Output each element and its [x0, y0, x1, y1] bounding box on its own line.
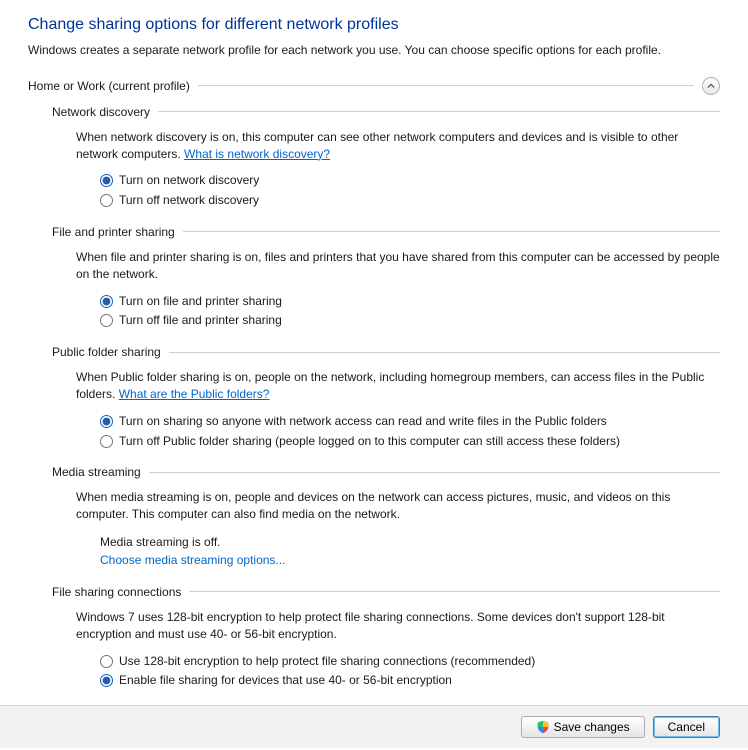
- section-media-streaming: Media streaming When media streaming is …: [52, 465, 720, 569]
- discovery-on-label[interactable]: Turn on network discovery: [119, 172, 259, 189]
- publicfolder-on-label[interactable]: Turn on sharing so anyone with network a…: [119, 413, 607, 430]
- section-public-folder-sharing: Public folder sharing When Public folder…: [52, 345, 720, 449]
- profile-label: Home or Work (current profile): [28, 79, 190, 93]
- chevron-up-icon: [707, 82, 715, 90]
- collapse-button[interactable]: [702, 77, 720, 95]
- save-changes-button[interactable]: Save changes: [521, 716, 645, 738]
- desc-text: When network discovery is on, this compu…: [76, 130, 678, 161]
- shield-icon: [536, 720, 550, 734]
- cancel-button[interactable]: Cancel: [653, 716, 720, 738]
- discovery-on-radio[interactable]: [100, 174, 113, 187]
- page-title: Change sharing options for different net…: [28, 16, 720, 34]
- divider: [149, 472, 720, 473]
- section-description: When Public folder sharing is on, people…: [76, 369, 720, 403]
- media-status: Media streaming is off.: [100, 533, 720, 551]
- encryption-128-label[interactable]: Use 128-bit encryption to help protect f…: [119, 653, 535, 670]
- page-description: Windows creates a separate network profi…: [28, 42, 720, 59]
- discovery-off-label[interactable]: Turn off network discovery: [119, 192, 259, 209]
- section-description: When network discovery is on, this compu…: [76, 129, 720, 163]
- divider: [189, 591, 720, 592]
- section-network-discovery: Network discovery When network discovery…: [52, 105, 720, 209]
- section-title: File and printer sharing: [52, 225, 175, 239]
- fileprint-off-radio[interactable]: [100, 314, 113, 327]
- section-file-sharing-connections: File sharing connections Windows 7 uses …: [52, 585, 720, 689]
- section-description: When file and printer sharing is on, fil…: [76, 249, 720, 283]
- publicfolder-on-radio[interactable]: [100, 415, 113, 428]
- divider: [169, 352, 720, 353]
- publicfolder-off-radio[interactable]: [100, 435, 113, 448]
- fileprint-off-label[interactable]: Turn off file and printer sharing: [119, 312, 282, 329]
- fileprint-on-radio[interactable]: [100, 295, 113, 308]
- section-description: When media streaming is on, people and d…: [76, 489, 720, 523]
- public-folders-help-link[interactable]: What are the Public folders?: [119, 387, 270, 401]
- divider: [158, 111, 720, 112]
- section-title: File sharing connections: [52, 585, 181, 599]
- footer-bar: Save changes Cancel: [0, 705, 748, 748]
- network-discovery-help-link[interactable]: What is network discovery?: [184, 147, 330, 161]
- media-options-link[interactable]: Choose media streaming options...: [100, 551, 720, 569]
- encryption-4056-label[interactable]: Enable file sharing for devices that use…: [119, 672, 452, 689]
- save-label: Save changes: [554, 720, 630, 734]
- profile-header[interactable]: Home or Work (current profile): [28, 77, 720, 95]
- discovery-off-radio[interactable]: [100, 194, 113, 207]
- encryption-4056-radio[interactable]: [100, 674, 113, 687]
- section-file-printer-sharing: File and printer sharing When file and p…: [52, 225, 720, 329]
- cancel-label: Cancel: [668, 720, 705, 734]
- publicfolder-off-label[interactable]: Turn off Public folder sharing (people l…: [119, 433, 620, 450]
- encryption-128-radio[interactable]: [100, 655, 113, 668]
- divider: [198, 85, 694, 86]
- section-title: Media streaming: [52, 465, 141, 479]
- section-description: Windows 7 uses 128-bit encryption to hel…: [76, 609, 720, 643]
- fileprint-on-label[interactable]: Turn on file and printer sharing: [119, 293, 282, 310]
- divider: [183, 231, 720, 232]
- section-title: Network discovery: [52, 105, 150, 119]
- section-title: Public folder sharing: [52, 345, 161, 359]
